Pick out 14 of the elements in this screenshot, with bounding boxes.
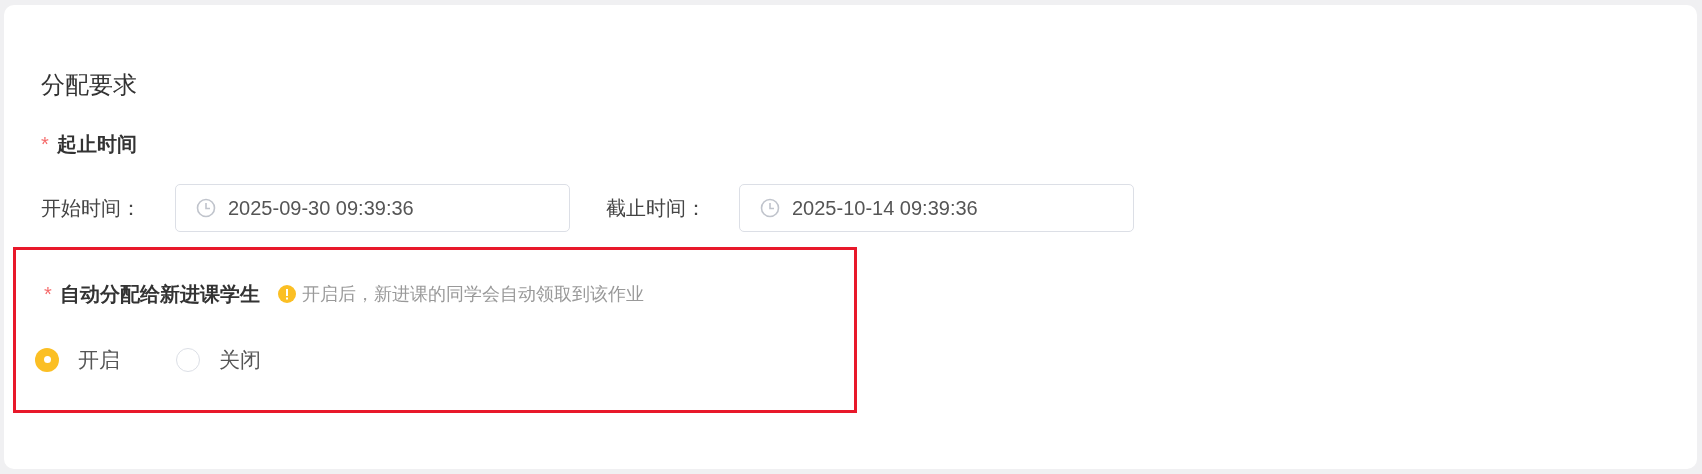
field-label: 自动分配给新进课学生 xyxy=(59,282,260,307)
field-label: 开始时间： xyxy=(41,196,142,221)
required-mark: * xyxy=(44,282,52,307)
field-label: 起止时间 xyxy=(56,132,137,157)
date-field[interactable]: 2025-10-14 09:39:36 xyxy=(739,184,1134,232)
radio-option[interactable]: 关闭 xyxy=(176,344,261,376)
hint-text: 开启后，新进课的同学会自动领取到该作业 xyxy=(301,282,644,306)
clock-icon xyxy=(196,198,216,218)
clock-icon xyxy=(760,198,780,218)
field-label: 截止时间： xyxy=(606,196,707,221)
required-mark: * xyxy=(41,132,49,157)
date-field[interactable]: 2025-09-30 09:39:36 xyxy=(175,184,570,232)
radio-option[interactable]: 开启 xyxy=(35,344,120,376)
section-title: 分配要求 xyxy=(41,70,137,100)
